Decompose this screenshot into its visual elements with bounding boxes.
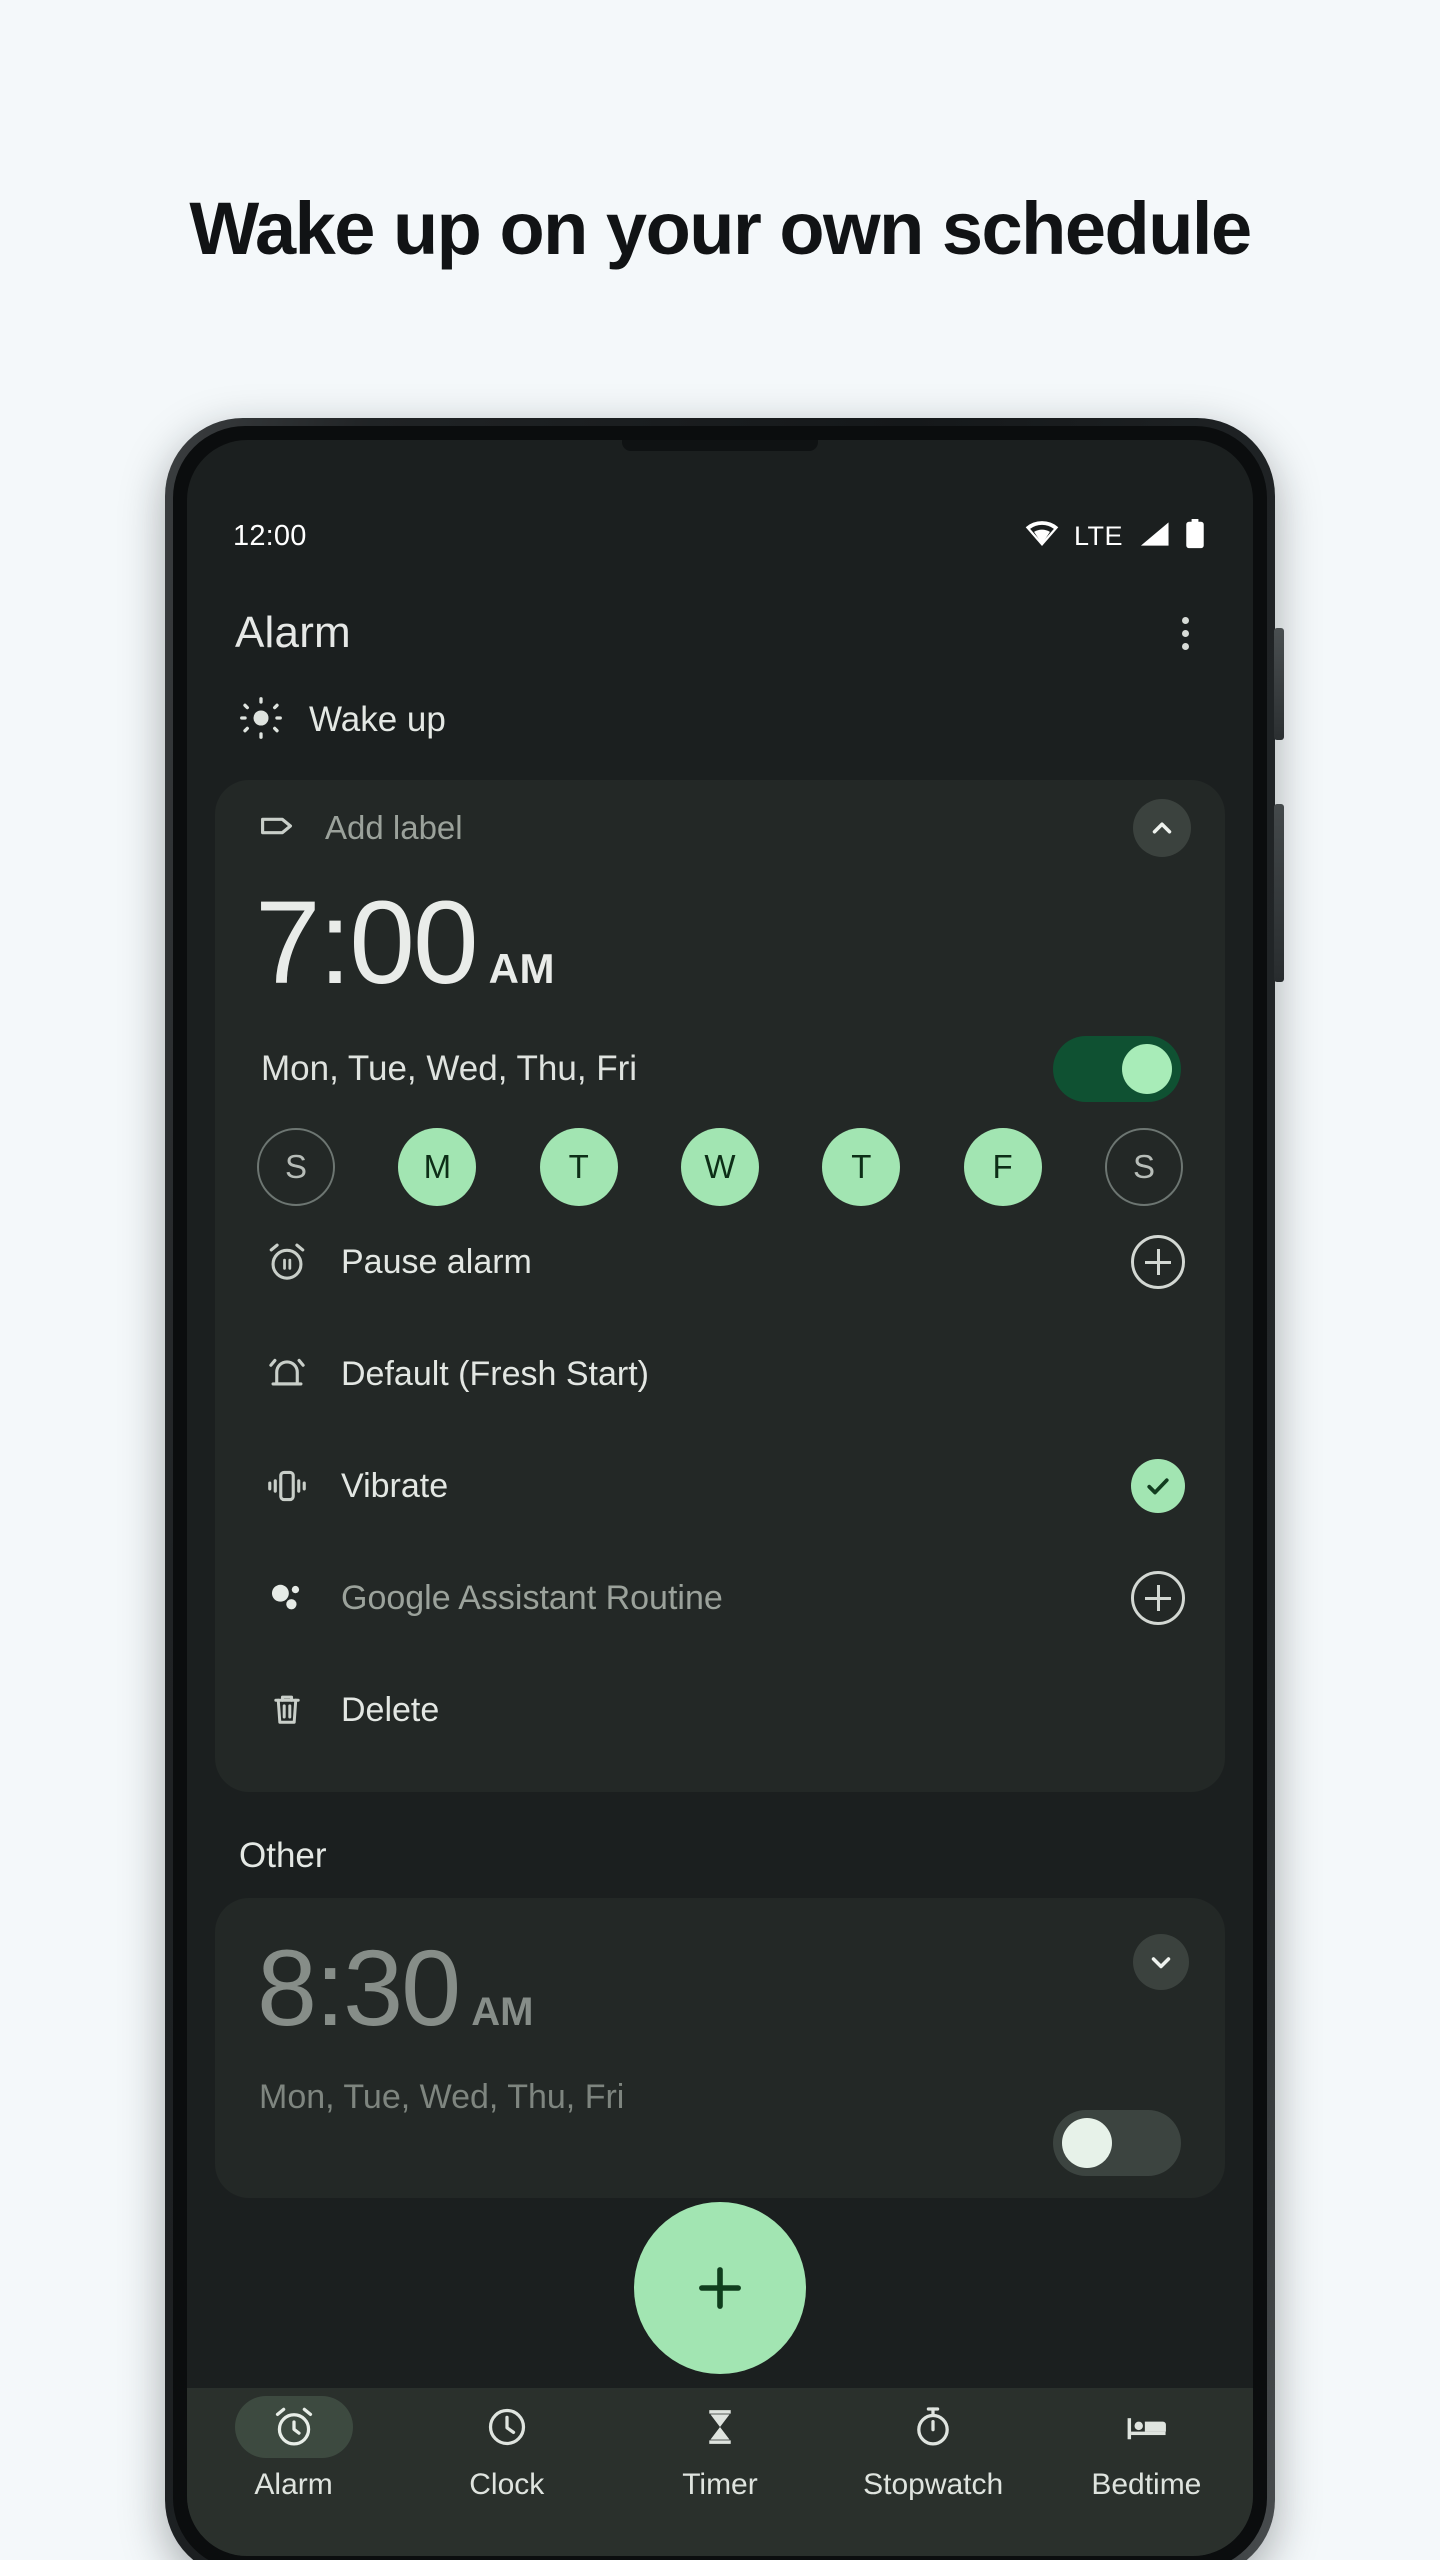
hourglass-icon	[661, 2396, 779, 2458]
add-alarm-fab[interactable]	[634, 2202, 806, 2374]
bed-icon	[1087, 2396, 1205, 2458]
nav-label: Alarm	[254, 2468, 333, 2501]
sun-icon	[239, 696, 283, 745]
assistant-icon	[259, 1576, 315, 1620]
alarm-card-collapsed[interactable]: 8:30 AM Mon, Tue, Wed, Thu, Fri	[215, 1898, 1225, 2198]
bottom-navigation: Alarm Clock Timer Stopwatch Bedtime	[187, 2388, 1253, 2556]
volume-button[interactable]	[1274, 804, 1284, 982]
day-chip-thu[interactable]: T	[822, 1128, 901, 1206]
group-header-wake-up[interactable]: Wake up	[187, 676, 1253, 764]
option-label: Google Assistant Routine	[341, 1578, 723, 1617]
page-root: Wake up on your own schedule 12:00 LTE A…	[0, 0, 1440, 2560]
day-chip-fri[interactable]: F	[963, 1128, 1042, 1206]
option-label: Default (Fresh Start)	[341, 1354, 649, 1393]
wifi-icon	[1025, 520, 1059, 552]
status-bar: 12:00 LTE	[187, 512, 1253, 560]
nav-label: Stopwatch	[863, 2468, 1004, 2501]
add-label-text: Add label	[325, 809, 463, 846]
toggle-knob	[1062, 2118, 1112, 2168]
day-chip-sun[interactable]: S	[257, 1128, 335, 1206]
nav-item-bedtime[interactable]: Bedtime	[1059, 2396, 1234, 2502]
day-chip-mon[interactable]: M	[398, 1128, 477, 1206]
alarm2-meridiem: AM	[471, 1990, 534, 2034]
add-routine-button[interactable]	[1131, 1571, 1185, 1625]
tag-icon	[257, 805, 299, 852]
nav-item-alarm[interactable]: Alarm	[206, 2396, 381, 2502]
option-row-pause-alarm[interactable]: Pause alarm	[215, 1206, 1225, 1318]
nav-item-clock[interactable]: Clock	[419, 2396, 594, 2502]
alarm2-time: 8:30	[257, 1927, 461, 2048]
nav-label: Bedtime	[1091, 2468, 1202, 2501]
toggle-knob	[1122, 1044, 1172, 1094]
page-title: Wake up on your own schedule	[189, 187, 1252, 270]
clock-icon	[448, 2396, 566, 2458]
alarm-time: 7:00	[255, 877, 479, 1009]
phone-frame: 12:00 LTE Alarm Wake up Add label 7:00 A…	[165, 418, 1284, 2560]
earpiece-speaker	[622, 440, 818, 451]
status-time: 12:00	[233, 519, 307, 552]
section-label-other: Other	[239, 1836, 327, 1875]
alarm-label-row[interactable]: Add label	[215, 780, 1225, 876]
option-label: Delete	[341, 1690, 440, 1729]
alarm2-days-text: Mon, Tue, Wed, Thu, Fri	[259, 2078, 625, 2116]
alarm-card-expanded: Add label 7:00 AM Mon, Tue, Wed, Thu, Fr…	[215, 780, 1225, 1792]
nav-item-stopwatch[interactable]: Stopwatch	[846, 2396, 1021, 2502]
alarm-meridiem: AM	[488, 945, 555, 992]
day-chip-group: S M T W T F S	[215, 1102, 1225, 1206]
phone-bezel: 12:00 LTE Alarm Wake up Add label 7:00 A…	[173, 426, 1267, 2560]
day-chip-sat[interactable]: S	[1104, 1128, 1183, 1206]
status-icon-group: LTE	[1025, 518, 1205, 554]
vibrate-enabled-check[interactable]	[1131, 1459, 1185, 1513]
bell-ring-icon	[259, 1352, 315, 1396]
option-row-assistant-routine[interactable]: Google Assistant Routine	[215, 1542, 1225, 1654]
option-label: Vibrate	[341, 1466, 449, 1505]
trash-icon	[259, 1689, 315, 1731]
alarm2-time-row[interactable]: 8:30 AM	[215, 1898, 1225, 2042]
nav-label: Timer	[682, 2468, 758, 2501]
alarm2-toggle[interactable]	[1053, 2110, 1181, 2176]
phone-screen: 12:00 LTE Alarm Wake up Add label 7:00 A…	[187, 440, 1253, 2556]
chevron-down-icon[interactable]	[1133, 1934, 1189, 1990]
nav-item-timer[interactable]: Timer	[632, 2396, 807, 2502]
alarm-time-row[interactable]: 7:00 AM	[215, 876, 1225, 1002]
alarm-icon	[234, 2396, 353, 2458]
group-label: Wake up	[309, 700, 446, 739]
vibrate-icon	[259, 1464, 315, 1508]
day-chip-wed[interactable]: W	[680, 1128, 759, 1206]
network-type-label: LTE	[1073, 520, 1123, 551]
option-row-vibrate[interactable]: Vibrate	[215, 1430, 1225, 1542]
alarm-days-text: Mon, Tue, Wed, Thu, Fri	[261, 1049, 638, 1088]
option-label: Pause alarm	[341, 1242, 532, 1281]
option-row-delete[interactable]: Delete	[215, 1654, 1225, 1766]
overflow-menu-icon[interactable]	[1168, 607, 1203, 660]
stopwatch-icon	[874, 2396, 992, 2458]
power-button[interactable]	[1274, 628, 1284, 740]
signal-icon	[1138, 520, 1170, 553]
chevron-up-icon[interactable]	[1133, 799, 1191, 857]
day-chip-tue[interactable]: T	[539, 1128, 618, 1206]
option-row-ringtone[interactable]: Default (Fresh Start)	[215, 1318, 1225, 1430]
alarm-days-row: Mon, Tue, Wed, Thu, Fri	[215, 1002, 1225, 1102]
alarm-pause-icon	[259, 1240, 315, 1284]
app-bar: Alarm	[187, 585, 1253, 681]
alarm-toggle[interactable]	[1053, 1036, 1181, 1102]
battery-icon	[1185, 518, 1205, 554]
add-pause-button[interactable]	[1131, 1235, 1185, 1289]
nav-label: Clock	[469, 2468, 545, 2501]
app-title: Alarm	[235, 608, 351, 657]
